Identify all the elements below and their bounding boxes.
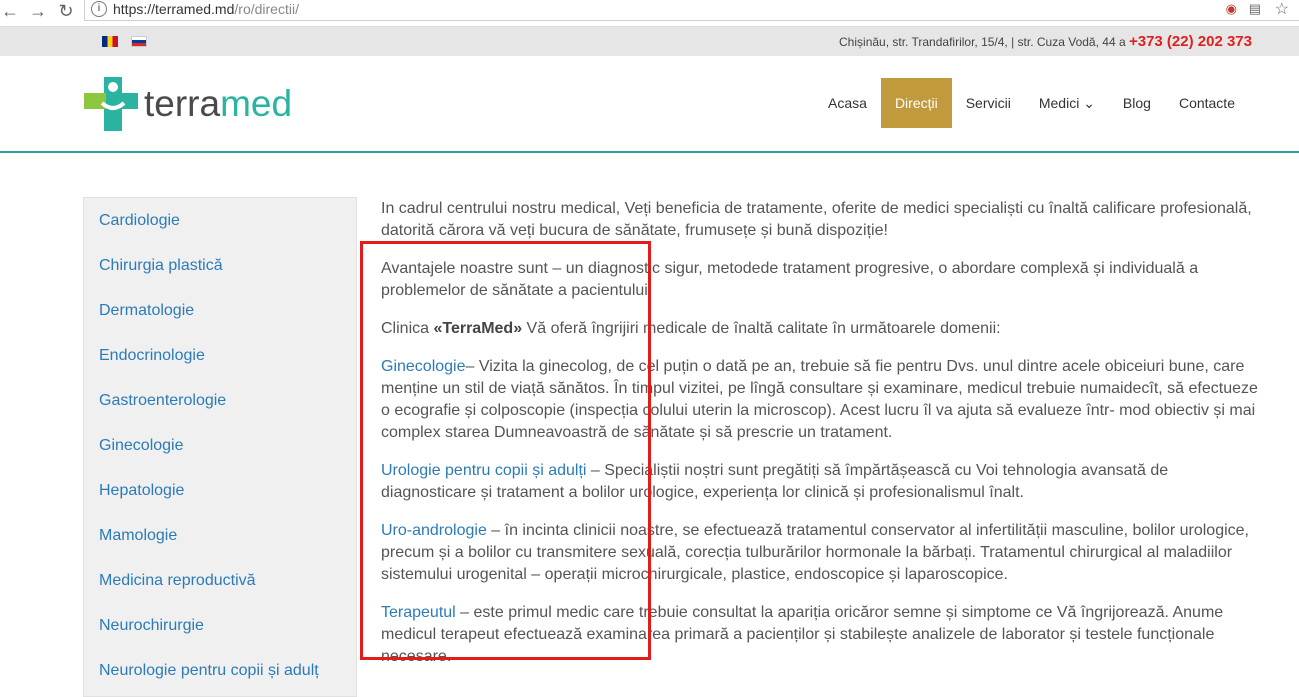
clinic-pre-text: Clinica <box>381 320 434 337</box>
ginecologie-link[interactable]: Ginecologie <box>381 358 466 375</box>
contact-line: Chișinău, str. Trandafirilor, 15/4, | st… <box>839 33 1252 50</box>
site-header: terramed Acasa Direcții Servicii Medici … <box>0 56 1299 153</box>
sidebar-item-neurochirurgie[interactable]: Neurochirurgie <box>99 617 204 635</box>
top-info-bar: Chișinău, str. Trandafirilor, 15/4, | st… <box>0 27 1299 56</box>
translate-icon[interactable]: ▤ <box>1249 1 1261 17</box>
uro-andrologie-paragraph: Uro-andrologie – în incinta clinicii noa… <box>381 520 1261 586</box>
clinic-paragraph: Clinica «TerraMed» Vă oferă îngrijiri me… <box>381 318 1261 340</box>
romanian-flag-icon[interactable] <box>102 36 118 47</box>
uro-andrologie-link[interactable]: Uro-andrologie <box>381 522 487 539</box>
url-text[interactable]: https://terramed.md/ro/directii/ <box>113 1 299 17</box>
phone-number[interactable]: +373 (22) 202 373 <box>1129 33 1252 50</box>
ginecologie-text: – Vizita la ginecolog, de cel puțin o da… <box>381 358 1258 441</box>
sidebar-item-mamologie[interactable]: Mamologie <box>99 527 177 545</box>
russian-flag-icon[interactable] <box>131 36 147 47</box>
forward-arrow-icon[interactable]: → <box>28 0 48 26</box>
logo-word-med: med <box>220 83 293 124</box>
back-arrow-icon[interactable]: ← <box>0 0 20 26</box>
reload-icon[interactable]: ↻ <box>56 0 76 26</box>
bookmark-star-icon[interactable]: ☆ <box>1275 0 1289 19</box>
urologie-paragraph: Urologie pentru copii și adulți – Specia… <box>381 460 1261 504</box>
ginecologie-paragraph: Ginecologie– Vizita la ginecolog, de cel… <box>381 356 1261 444</box>
logo-wordmark: terramed <box>144 83 292 125</box>
sidebar-item-gastroenterologie[interactable]: Gastroenterologie <box>99 392 226 410</box>
terramed-logo[interactable]: terramed <box>82 73 312 135</box>
sidebar-item-chirurgia-plastica[interactable]: Chirurgia plastică <box>99 257 223 275</box>
sidebar-item-ginecologie[interactable]: Ginecologie <box>99 437 184 455</box>
nav-directii[interactable]: Direcții <box>880 78 952 128</box>
highlight-annotation-box <box>360 241 651 660</box>
advantages-paragraph: Avantajele noastre sunt – un diagnostic … <box>381 260 1199 299</box>
sidebar-item-neurologie[interactable]: Neurologie pentru copii și adulț <box>99 662 319 680</box>
address-text: Chișinău, str. Trandafirilor, 15/4, | st… <box>839 35 1126 49</box>
url-host: https://terramed.md <box>113 1 235 17</box>
sidebar-item-hepatologie[interactable]: Hepatologie <box>99 482 184 500</box>
logo-word-terra: terra <box>144 83 221 124</box>
nav-blog[interactable]: Blog <box>1109 78 1165 128</box>
url-path: /ro/directii/ <box>234 1 299 17</box>
browser-toolbar: ← → ↻ i https://terramed.md/ro/directii/… <box>0 0 1299 27</box>
nav-servicii[interactable]: Servicii <box>952 78 1025 128</box>
main-navigation: Acasa Direcții Servicii Medici ⌄ Blog Co… <box>814 78 1249 128</box>
directions-sidebar: Cardiologie Chirurgia plastică Dermatolo… <box>83 197 357 697</box>
address-bar[interactable]: i https://terramed.md/ro/directii/ ◉ ▤ ☆ <box>84 0 1299 21</box>
clinic-post-text: Vă oferă îngrijiri medicale de înaltă ca… <box>522 320 1001 337</box>
intro-paragraph: In cadrul centrului nostru medical, Veți… <box>381 200 1252 239</box>
medical-cross-logo-icon <box>84 77 138 131</box>
urologie-link[interactable]: Urologie pentru copii și adulți <box>381 462 586 479</box>
sidebar-item-medicina-reproductiva[interactable]: Medicina reproductivă <box>99 572 256 590</box>
sidebar-item-dermatologie[interactable]: Dermatologie <box>99 302 194 320</box>
uro-andrologie-text: – în incinta clinicii noastre, se efectu… <box>381 522 1249 583</box>
nav-acasa[interactable]: Acasa <box>814 78 881 128</box>
sidebar-item-endocrinologie[interactable]: Endocrinologie <box>99 347 205 365</box>
terapeut-paragraph: Terapeutul – este primul medic care treb… <box>381 602 1261 668</box>
nav-medici[interactable]: Medici ⌄ <box>1025 78 1109 128</box>
nav-contacte[interactable]: Contacte <box>1165 78 1249 128</box>
clinic-name: «TerraMed» <box>433 320 523 337</box>
info-icon[interactable]: i <box>91 1 107 17</box>
extension-icon[interactable]: ◉ <box>1226 1 1237 17</box>
terapeut-text: – este primul medic care trebuie consult… <box>381 604 1224 665</box>
sidebar-item-cardiologie[interactable]: Cardiologie <box>99 212 180 230</box>
terapeut-link[interactable]: Terapeutul <box>381 604 456 621</box>
